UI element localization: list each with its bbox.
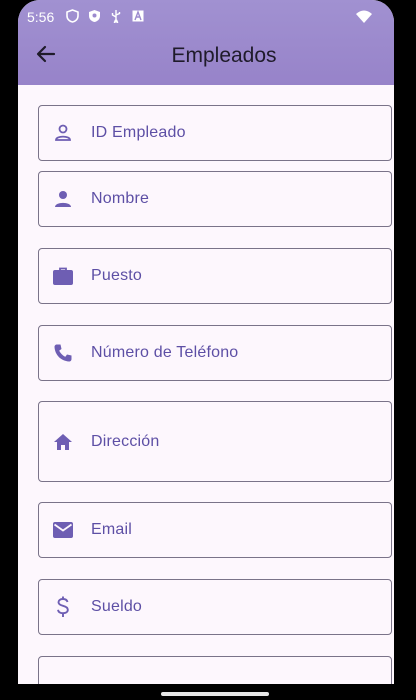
status-time: 5:56 (27, 9, 55, 25)
home-icon (51, 430, 75, 454)
employee-id-field[interactable]: ID Empleado (38, 105, 392, 161)
phone-label: Número de Teléfono (91, 344, 239, 361)
salary-field[interactable]: Sueldo (38, 579, 392, 635)
shield-check-icon (87, 9, 101, 23)
salary-label: Sueldo (91, 598, 143, 615)
name-field[interactable]: Nombre (38, 171, 392, 227)
app-screen: 5:56 Empleados ID Empleado Nombre Puesto… (18, 0, 394, 684)
notification-a-icon (131, 9, 145, 23)
email-label: Email (91, 521, 133, 538)
email-icon (51, 518, 75, 542)
status-icons (65, 9, 145, 23)
status-bar: 5:56 (18, 0, 394, 32)
address-label: Dirección (91, 432, 160, 450)
page-title: Empleados (171, 44, 277, 67)
usb-icon (109, 9, 123, 23)
address-field[interactable]: Dirección (38, 401, 392, 482)
wifi-icon (356, 10, 372, 24)
name-label: Nombre (91, 190, 150, 207)
app-bar: Empleados (18, 32, 394, 85)
app-header: 5:56 Empleados (18, 0, 394, 85)
position-field[interactable]: Puesto (38, 248, 392, 304)
person-icon (51, 187, 75, 211)
phone-icon (51, 341, 75, 365)
home-indicator[interactable] (161, 692, 269, 696)
work-icon (51, 264, 75, 288)
shield-icon (65, 9, 79, 23)
email-field[interactable]: Email (38, 502, 392, 558)
position-label: Puesto (91, 267, 143, 284)
device-frame: 5:56 Empleados ID Empleado Nombre Puesto… (0, 0, 416, 700)
phone-field[interactable]: Número de Teléfono (38, 325, 392, 381)
person-outline-icon (51, 121, 75, 145)
dollar-icon (51, 595, 75, 619)
next-field-partial[interactable] (38, 656, 392, 684)
employee-id-label: ID Empleado (91, 124, 186, 141)
